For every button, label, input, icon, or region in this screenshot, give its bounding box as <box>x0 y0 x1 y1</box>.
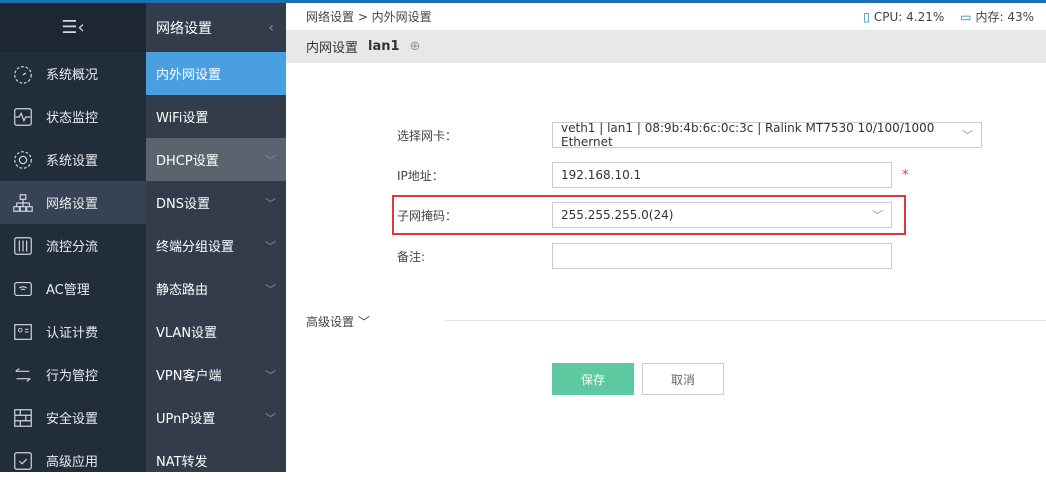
gear-icon <box>0 149 46 171</box>
subnav-item[interactable]: WiFi设置 <box>146 95 286 138</box>
mask-label: 子网掩码： <box>397 208 458 223</box>
subnav-item-label: VLAN设置 <box>156 326 218 341</box>
memory-icon: ▭ <box>960 10 972 24</box>
chevron-down-icon: ﹀ <box>265 239 276 253</box>
advanced-settings-toggle[interactable]: 高级设置 ﹀ <box>306 313 370 330</box>
add-icon[interactable]: ⊕ <box>410 39 421 54</box>
sidebar-item-label: 行为管控 <box>46 369 99 384</box>
subnav-item[interactable]: VPN客户端 ﹀ <box>146 353 286 396</box>
nic-value: veth1 | lan1 | 08:9b:4b:6c:0c:3c | Ralin… <box>561 121 935 149</box>
dashboard-icon <box>0 63 46 85</box>
menu-collapse-button[interactable]: ☰‹ <box>0 3 146 52</box>
secondary-sidebar: 网络设置 ‹ 内外网设置 WiFi设置 DHCP设置 ﹀ DNS设置 ﹀ 终端分组设置 ﹀ 静态路… <box>146 3 286 472</box>
sidebar-item-wifi[interactable]: AC管理 <box>0 267 146 310</box>
sidebar-item-id-card[interactable]: 认证计费 <box>0 310 146 353</box>
subnav-item-label: VPN客户端 <box>156 369 222 384</box>
cancel-button[interactable]: 取消 <box>642 363 724 395</box>
check-box-icon <box>0 450 46 472</box>
sliders-icon <box>0 235 46 257</box>
sidebar-item-firewall[interactable]: 安全设置 <box>0 396 146 439</box>
cpu-usage: CPU: 4.21% <box>873 10 945 24</box>
subnav-item-label: 终端分组设置 <box>156 240 235 255</box>
chevron-down-icon: ﹀ <box>872 209 883 222</box>
subnav-item-label: NAT转发 <box>156 455 208 470</box>
sidebar-item-check-box[interactable]: 高级应用 <box>0 439 146 482</box>
divider <box>445 320 1046 321</box>
subnav-item[interactable]: VLAN设置 <box>146 310 286 353</box>
nic-label: 选择网卡： <box>397 128 458 143</box>
required-marker: * <box>902 167 909 183</box>
chevron-down-icon: ﹀ <box>962 129 973 142</box>
chevron-down-icon: ﹀ <box>265 282 276 296</box>
sidebar-item-sliders[interactable]: 流控分流 <box>0 224 146 267</box>
mask-value: 255.255.255.0(24) <box>561 208 674 222</box>
subnav-item[interactable]: UPnP设置 ﹀ <box>146 396 286 439</box>
chevron-down-icon: ﹀ <box>265 153 276 167</box>
subnav-item-label: WiFi设置 <box>156 111 209 126</box>
monitor-icon <box>0 106 46 128</box>
subnav-item-label: DHCP设置 <box>156 154 219 169</box>
subnet-mask-select[interactable]: 255.255.255.0(24) ﹀ <box>552 202 892 228</box>
chevron-down-icon: ﹀ <box>265 196 276 210</box>
subnav-item[interactable]: NAT转发 <box>146 439 286 482</box>
subnav-item[interactable]: DNS设置 ﹀ <box>146 181 286 224</box>
sidebar-item-label: 认证计费 <box>46 326 99 341</box>
interface-name: lan1 <box>368 39 400 54</box>
sidebar-item-label: AC管理 <box>46 283 90 298</box>
note-input[interactable] <box>552 243 892 269</box>
subnav-item-label: 内外网设置 <box>156 68 222 83</box>
sidebar-item-dashboard[interactable]: 系统概况 <box>0 52 146 95</box>
subnav-item-label: DNS设置 <box>156 197 210 212</box>
arrows-icon <box>0 364 46 386</box>
save-button[interactable]: 保存 <box>552 363 634 395</box>
wifi-icon <box>0 278 46 300</box>
cpu-icon: ▯ <box>863 10 870 24</box>
subnav-item[interactable]: DHCP设置 ﹀ <box>146 138 286 181</box>
nic-select[interactable]: veth1 | lan1 | 08:9b:4b:6c:0c:3c | Ralin… <box>552 121 982 149</box>
breadcrumb: 网络设置 > 内外网设置 <box>306 10 432 24</box>
memory-usage: 内存: 43% <box>975 10 1034 24</box>
primary-sidebar: ☰‹ 系统概况状态监控系统设置网络设置流控分流 AC管理认证计费行为管控安全设置高… <box>0 3 146 472</box>
chevron-down-icon: ﹀ <box>265 411 276 425</box>
subnav-item-label: UPnP设置 <box>156 412 216 427</box>
subnav-item[interactable]: 终端分组设置 ﹀ <box>146 224 286 267</box>
network-icon <box>0 192 46 214</box>
sidebar-item-label: 高级应用 <box>46 455 99 470</box>
sidebar-item-arrows[interactable]: 行为管控 <box>0 353 146 396</box>
main-content: 网络设置 > 内外网设置 ▯ CPU: 4.21% ▭ 内存: 43% 内网设置 l… <box>286 3 1046 472</box>
sidebar-item-monitor[interactable]: 状态监控 <box>0 95 146 138</box>
subnav-item[interactable]: 内外网设置 <box>146 52 286 95</box>
id-card-icon <box>0 321 46 343</box>
subnav-item[interactable]: 静态路由 ﹀ <box>146 267 286 310</box>
sidebar-item-label: 系统概况 <box>46 68 99 83</box>
sidebar-item-label: 系统设置 <box>46 154 99 169</box>
sidebar-item-label: 网络设置 <box>46 197 99 212</box>
sidebar-item-label: 流控分流 <box>46 240 99 255</box>
sidebar-item-network[interactable]: 网络设置 <box>0 181 146 224</box>
page-title: 内网设置 <box>306 41 359 56</box>
sidebar-item-gear[interactable]: 系统设置 <box>0 138 146 181</box>
ip-value: 192.168.10.1 <box>561 168 642 182</box>
sidebar-item-label: 安全设置 <box>46 412 99 427</box>
chevron-down-icon: ﹀ <box>265 368 276 382</box>
sidebar-item-label: 状态监控 <box>46 111 99 126</box>
subnav-item-label: 静态路由 <box>156 283 209 298</box>
firewall-icon <box>0 407 46 429</box>
secondary-sidebar-title: 网络设置 <box>156 20 212 37</box>
collapse-chevron-icon[interactable]: ‹ <box>268 20 274 36</box>
ip-label: IP地址： <box>397 168 444 183</box>
ip-input[interactable]: 192.168.10.1 <box>552 162 892 188</box>
note-label: 备注: <box>397 249 426 264</box>
